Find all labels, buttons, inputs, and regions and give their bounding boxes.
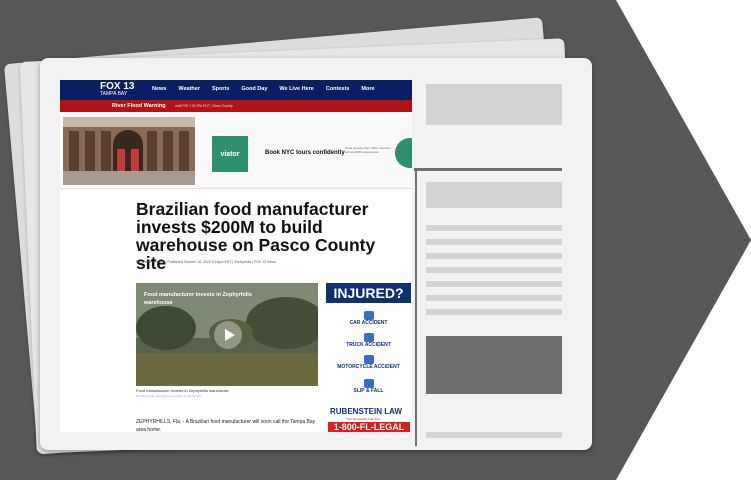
ad-item-truck: TRUCK ACCIDENT (326, 333, 411, 349)
article-screenshot: FOX 13 TAMPA BAY News Weather Sports Good… (60, 80, 412, 432)
injured-title: INJURED? (326, 283, 411, 303)
divider-line (414, 168, 562, 171)
ad-item-motorcycle: MOTORCYCLE ACCIDENT (326, 355, 411, 371)
placeholder-line (426, 239, 562, 245)
nav-items: News Weather Sports Good Day We Live Her… (152, 86, 375, 92)
law-firm-tagline: Your Hometown Law Firm (346, 417, 381, 421)
law-firm-name: RUBENSTEIN LAW (330, 407, 402, 416)
nav-weather[interactable]: Weather (178, 86, 200, 92)
nav-news[interactable]: News (152, 86, 166, 92)
alert-title: River Flood Warning (112, 103, 166, 109)
nav-we-live-here[interactable]: We Live Here (279, 86, 313, 92)
site-logo[interactable]: FOX 13 TAMPA BAY (100, 82, 134, 98)
car-icon (363, 311, 374, 320)
placeholder-line (426, 309, 562, 315)
placeholder-line (426, 295, 562, 301)
banner-ad[interactable]: viator Book NYC tours confidently Read r… (60, 112, 412, 189)
placeholder-line (426, 267, 562, 273)
placeholder-block (426, 182, 562, 208)
play-icon[interactable] (214, 321, 242, 349)
video-caption-secondary: Brazilian food manufacturer invests in Z… (136, 394, 202, 398)
nav-more[interactable]: More (361, 86, 374, 92)
nav-good-day[interactable]: Good Day (241, 86, 267, 92)
video-title: Food manufacturer invests in Zephyrhills… (144, 292, 252, 306)
video-player[interactable]: Food manufacturer invests in Zephyrhills… (136, 283, 326, 386)
divider-line (415, 171, 417, 446)
motorcycle-icon (363, 355, 374, 364)
nav-contests[interactable]: Contests (326, 86, 350, 92)
museum-photo (63, 117, 195, 185)
video-caption: Food manufacturer invests in Zephyrhills… (136, 388, 229, 393)
alert-detail: until FRI 7:00 PM EDT, Citrus County (175, 103, 233, 108)
placeholder-image (426, 336, 562, 394)
slip-fall-icon (363, 379, 374, 388)
nav-sports[interactable]: Sports (212, 86, 229, 92)
ad-arrow-button[interactable] (395, 138, 412, 168)
viator-logo: viator (212, 136, 248, 172)
law-firm-phone[interactable]: 1-800-FL-LEGAL (328, 422, 410, 432)
placeholder-line (426, 225, 562, 231)
placeholder-line (426, 432, 562, 438)
weather-alert-bar[interactable]: River Flood Warning until FRI 7:00 PM ED… (60, 100, 412, 112)
side-advertisement[interactable]: INJURED? CAR ACCIDENT TRUCK ACCIDENT MOT… (326, 283, 411, 432)
ad-item-car: CAR ACCIDENT (326, 311, 411, 327)
truck-icon (363, 333, 374, 342)
ad-tagline: Book NYC tours confidently (265, 150, 345, 156)
article-lead: ZEPHYRHILLS, Fla. - A Brazilian food man… (136, 419, 316, 432)
placeholder-line (426, 253, 562, 259)
article-byline: By Jennifer Kragie | Published October 1… (136, 260, 276, 264)
ad-small-print: Read reviews from 10M+ travelers across … (345, 146, 391, 154)
placeholder-line (426, 281, 562, 287)
ad-item-slip-fall: SLIP & FALL (326, 379, 411, 395)
placeholder-block (426, 84, 562, 125)
site-nav: FOX 13 TAMPA BAY News Weather Sports Good… (60, 80, 412, 100)
